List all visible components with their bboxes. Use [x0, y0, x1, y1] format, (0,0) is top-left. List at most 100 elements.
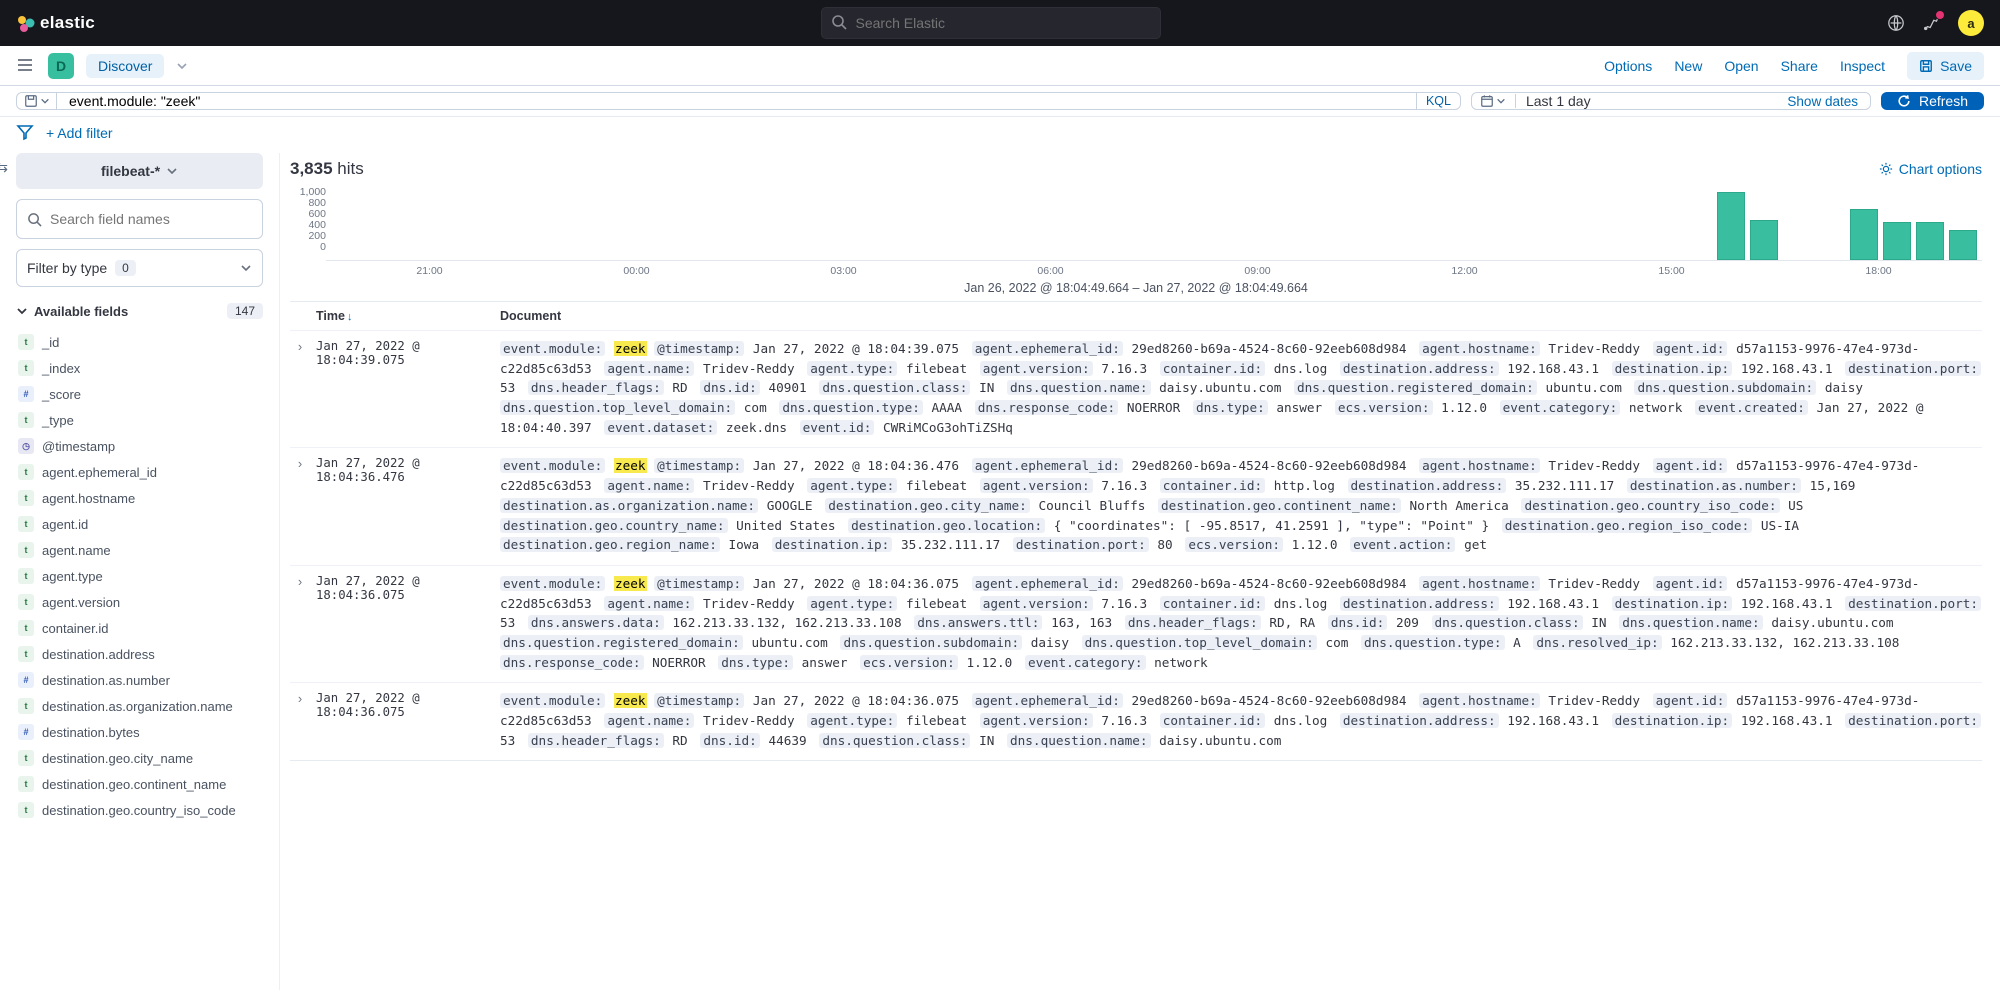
field-item[interactable]: t_type — [16, 407, 263, 433]
show-dates-link[interactable]: Show dates — [1775, 94, 1870, 109]
field-item[interactable]: #_score — [16, 381, 263, 407]
field-type-icon: t — [18, 620, 34, 636]
filter-settings-icon[interactable] — [16, 123, 36, 143]
field-item[interactable]: tagent.name — [16, 537, 263, 563]
field-name: agent.version — [42, 595, 120, 610]
field-type-icon: t — [18, 464, 34, 480]
brand-logo[interactable]: elastic — [16, 13, 95, 33]
field-item[interactable]: #destination.as.number — [16, 667, 263, 693]
chart-range-label: Jan 26, 2022 @ 18:04:49.664 – Jan 27, 20… — [290, 281, 1982, 295]
index-pattern-picker[interactable]: filebeat-* — [16, 153, 263, 189]
table-row: ›Jan 27, 2022 @ 18:04:36.075event.module… — [290, 565, 1982, 682]
expand-row-icon[interactable]: › — [290, 456, 310, 554]
field-search-input[interactable] — [50, 211, 252, 227]
save-button[interactable]: Save — [1907, 52, 1984, 80]
field-type-icon: t — [18, 750, 34, 766]
calendar-icon[interactable] — [1472, 94, 1516, 108]
table-row: ›Jan 27, 2022 @ 18:04:36.075event.module… — [290, 682, 1982, 760]
field-type-icon: # — [18, 724, 34, 740]
field-item[interactable]: t_index — [16, 355, 263, 381]
nav-open[interactable]: Open — [1724, 58, 1758, 74]
field-type-icon: t — [18, 334, 34, 350]
field-item[interactable]: tdestination.geo.continent_name — [16, 771, 263, 797]
field-search[interactable] — [16, 199, 263, 239]
nav-inspect[interactable]: Inspect — [1840, 58, 1885, 74]
nav-new[interactable]: New — [1674, 58, 1702, 74]
add-filter-button[interactable]: + Add filter — [46, 125, 113, 141]
saved-query-button[interactable] — [17, 93, 57, 109]
sort-desc-icon[interactable]: ↓ — [347, 311, 353, 323]
sidebar-fields-toggle-icon[interactable]: ⇆ — [0, 159, 8, 176]
field-type-filter[interactable]: Filter by type 0 — [16, 249, 263, 287]
row-document: event.module: zeek @timestamp: Jan 27, 2… — [500, 574, 1982, 672]
expand-row-icon[interactable]: › — [290, 691, 310, 750]
field-item[interactable]: tagent.id — [16, 511, 263, 537]
field-item[interactable]: t_id — [16, 329, 263, 355]
field-name: _score — [42, 387, 81, 402]
field-name: agent.id — [42, 517, 88, 532]
time-picker[interactable]: Last 1 day Show dates — [1471, 92, 1871, 110]
field-name: @timestamp — [42, 439, 115, 454]
refresh-button[interactable]: Refresh — [1881, 92, 1984, 110]
global-header: elastic a — [0, 0, 2000, 46]
newsfeed-icon[interactable] — [1886, 13, 1906, 33]
col-document[interactable]: Document — [500, 309, 1982, 323]
field-sidebar: ⠇ ⇆ filebeat-* Filter by type 0 Availabl… — [0, 153, 280, 990]
hits-count: 3,835 hits — [290, 159, 364, 179]
field-type-icon: ◷ — [18, 438, 34, 454]
app-badge: D — [48, 53, 74, 79]
expand-row-icon[interactable]: › — [290, 339, 310, 437]
chart-options-label: Chart options — [1899, 161, 1982, 177]
nav-options[interactable]: Options — [1604, 58, 1652, 74]
query-bar: KQL Last 1 day Show dates Refresh — [0, 86, 2000, 117]
field-item[interactable]: ◷ @timestamp — [16, 433, 263, 459]
nav-toggle-icon[interactable] — [16, 56, 36, 76]
field-item[interactable]: tdestination.geo.country_iso_code — [16, 797, 263, 823]
global-search[interactable] — [821, 7, 1161, 39]
field-name: destination.address — [42, 647, 155, 662]
field-item[interactable]: tagent.ephemeral_id — [16, 459, 263, 485]
nav-share[interactable]: Share — [1781, 58, 1818, 74]
table-header: Time↓ Document — [290, 302, 1982, 330]
breadcrumb-app[interactable]: Discover — [86, 54, 164, 78]
field-item[interactable]: tagent.version — [16, 589, 263, 615]
field-item[interactable]: tagent.type — [16, 563, 263, 589]
index-pattern-name: filebeat-* — [101, 163, 160, 179]
field-name: agent.hostname — [42, 491, 135, 506]
field-item[interactable]: tdestination.address — [16, 641, 263, 667]
available-fields-header[interactable]: Available fields 147 — [16, 303, 263, 319]
field-name: agent.name — [42, 543, 111, 558]
row-time: Jan 27, 2022 @ 18:04:39.075 — [310, 339, 500, 437]
expand-row-icon[interactable]: › — [290, 574, 310, 672]
field-name: agent.type — [42, 569, 103, 584]
query-language-switch[interactable]: KQL — [1416, 93, 1460, 109]
brand-name: elastic — [40, 13, 95, 33]
col-time[interactable]: Time↓ — [310, 309, 500, 323]
refresh-icon — [1897, 94, 1911, 108]
field-item[interactable]: tcontainer.id — [16, 615, 263, 641]
table-row: ›Jan 27, 2022 @ 18:04:39.075event.module… — [290, 330, 1982, 447]
refresh-label: Refresh — [1919, 93, 1968, 109]
field-item[interactable]: # destination.bytes — [16, 719, 263, 745]
field-item[interactable]: tdestination.geo.city_name — [16, 745, 263, 771]
field-item[interactable]: tdestination.as.organization.name — [16, 693, 263, 719]
chart-plot-area[interactable] — [326, 183, 1982, 261]
table-row: ›Jan 27, 2022 @ 18:04:36.476event.module… — [290, 447, 1982, 564]
field-name: destination.bytes — [42, 725, 140, 740]
row-document: event.module: zeek @timestamp: Jan 27, 2… — [500, 691, 1982, 750]
global-search-input[interactable] — [821, 7, 1161, 39]
chevron-down-icon[interactable] — [176, 60, 188, 72]
main-area: ⠇ ⇆ filebeat-* Filter by type 0 Availabl… — [0, 153, 2000, 990]
save-icon — [1919, 59, 1933, 73]
row-time: Jan 27, 2022 @ 18:04:36.075 — [310, 691, 500, 750]
row-time: Jan 27, 2022 @ 18:04:36.075 — [310, 574, 500, 672]
app-header: D Discover Options New Open Share Inspec… — [0, 46, 2000, 86]
field-item[interactable]: t agent.hostname — [16, 485, 263, 511]
field-type-icon: t — [18, 490, 34, 506]
field-name: destination.geo.continent_name — [42, 777, 226, 792]
query-input[interactable] — [57, 93, 1416, 109]
histogram-chart[interactable]: 1,0008006004002000 — [290, 183, 1982, 261]
user-avatar[interactable]: a — [1958, 10, 1984, 36]
notifications-icon[interactable] — [1922, 13, 1942, 33]
chart-options-button[interactable]: Chart options — [1879, 161, 1982, 177]
